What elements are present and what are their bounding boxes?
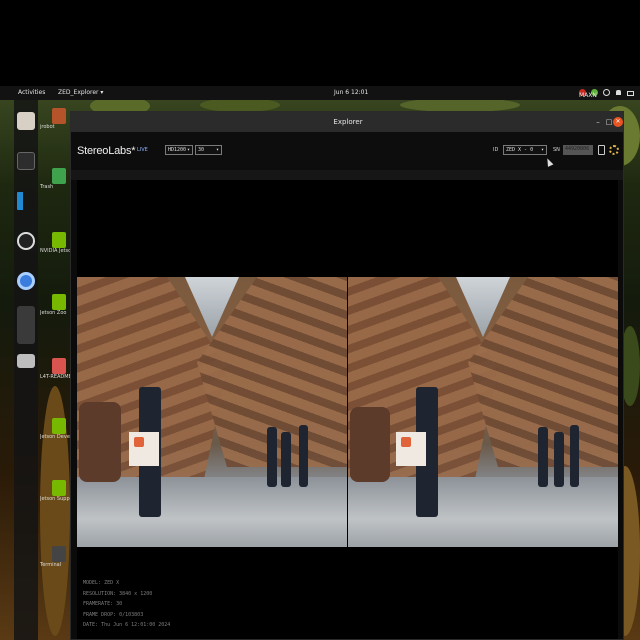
resolution-select[interactable]: HD1200 ▾ (165, 145, 193, 155)
id-label: ID (493, 147, 499, 153)
terminal-icon (52, 546, 66, 562)
desktop-icon-jetson-developer[interactable]: Jetson Developer Z (40, 418, 70, 440)
desktop-icon-jrobot[interactable]: jrobot (40, 108, 70, 130)
obs-icon[interactable] (17, 232, 35, 250)
power-mode-label[interactable]: MAXN (579, 92, 597, 99)
camera-id-select[interactable]: ZED X - 0 ▾ (503, 145, 547, 155)
framerate-text: FRAMERATE: 30 (83, 601, 123, 607)
minimize-button[interactable]: – (593, 117, 603, 127)
nvidia-icon (52, 418, 66, 434)
trash-icon (52, 168, 66, 184)
drive-icon (52, 358, 66, 374)
window-titlebar[interactable]: Explorer – □ ✕ (71, 112, 623, 132)
close-button[interactable]: ✕ (613, 117, 623, 127)
person (570, 425, 579, 487)
drive-icon[interactable] (17, 354, 35, 368)
resolution-text: RESOLUTION: 3840 x 1200 (83, 590, 153, 597)
network-icon[interactable] (603, 89, 610, 96)
fps-value: 30 (198, 147, 205, 153)
clock[interactable]: Jun 6 12:01 (334, 89, 368, 96)
person (267, 427, 277, 487)
left-camera-image (77, 277, 347, 547)
app-menu[interactable]: ZED_Explorer ▾ (58, 89, 103, 96)
record-icon[interactable] (598, 145, 605, 155)
explorer-window: Explorer – □ ✕ StereoLabs* LIVE HD1200 ▾… (70, 111, 624, 640)
nvidia-icon (52, 294, 66, 310)
desktop-icon-jetson-zoo[interactable]: Jetson Zoo (40, 294, 70, 316)
floor (348, 477, 618, 547)
top-bar: Activities ZED_Explorer ▾ Jun 6 12:01 MA… (0, 86, 640, 100)
activities-button[interactable]: Activities (18, 89, 45, 96)
chromium-icon[interactable] (17, 272, 35, 290)
date-text: DATE: Thu Jun 6 12:01:00 2024 (83, 622, 171, 628)
chevron-down-icon: ▾ (540, 147, 544, 153)
resolution-value: HD1200 (168, 147, 187, 153)
desktop-icon-terminal[interactable]: Terminal (40, 546, 70, 568)
serial-number-field: 44920806 (563, 145, 593, 155)
app-header: StereoLabs* LIVE HD1200 ▾ 30 ▾ ID ZED X … (71, 132, 623, 170)
floor (77, 477, 347, 547)
terminal-icon[interactable] (17, 152, 35, 170)
settings-icon[interactable] (609, 145, 619, 155)
stereo-image (77, 277, 618, 547)
person (538, 427, 548, 487)
nvidia-icon (52, 480, 66, 496)
folder-icon (52, 108, 66, 124)
desktop-screen: Activities ZED_Explorer ▾ Jun 6 12:01 MA… (0, 0, 640, 640)
live-label: LIVE (137, 147, 148, 153)
pillar (79, 402, 121, 482)
volume-icon[interactable] (615, 89, 622, 96)
system-tray[interactable]: MAXN (579, 89, 634, 99)
sign (129, 432, 159, 466)
pillar (350, 407, 390, 482)
person (554, 432, 564, 487)
frame-drop-text: FRAME DROP: 0/103803 (83, 611, 144, 618)
brand-logo: StereoLabs* (77, 145, 136, 157)
app-icon[interactable] (17, 306, 35, 344)
files-icon[interactable] (17, 112, 35, 130)
vscode-icon[interactable] (17, 192, 35, 210)
power-icon[interactable] (627, 90, 634, 96)
desktop-icon-nvidia-community[interactable]: NVIDIA Jetson Community (40, 232, 70, 254)
camera-viewer[interactable]: MODEL: ZED X RESOLUTION: 3840 x 1200 FRA… (77, 180, 618, 639)
person (299, 425, 308, 487)
window-title: Explorer (333, 118, 363, 126)
person (281, 432, 291, 487)
nvidia-icon (52, 232, 66, 248)
chevron-down-icon: ▾ (215, 147, 219, 153)
sign (396, 432, 426, 466)
dock (14, 100, 38, 640)
chevron-down-icon: ▾ (186, 147, 190, 153)
desktop-icons: jrobot Trash NVIDIA Jetson Community Jet… (40, 100, 70, 640)
toolbar-divider (71, 170, 623, 180)
desktop-icon-trash[interactable]: Trash (40, 168, 70, 190)
right-camera-image (348, 277, 618, 547)
desktop-icon-jetson-forums[interactable]: Jetson Support Forums (40, 480, 70, 502)
desktop-icon-l4t-readme[interactable]: L4T-README (40, 358, 70, 380)
sn-label: SN (553, 147, 560, 153)
model-text: MODEL: ZED X (83, 580, 120, 586)
camera-id-value: ZED X - 0 (506, 147, 534, 153)
fps-select[interactable]: 30 ▾ (195, 145, 222, 155)
camera-info-panel: MODEL: ZED X RESOLUTION: 3840 x 1200 FRA… (83, 578, 170, 631)
